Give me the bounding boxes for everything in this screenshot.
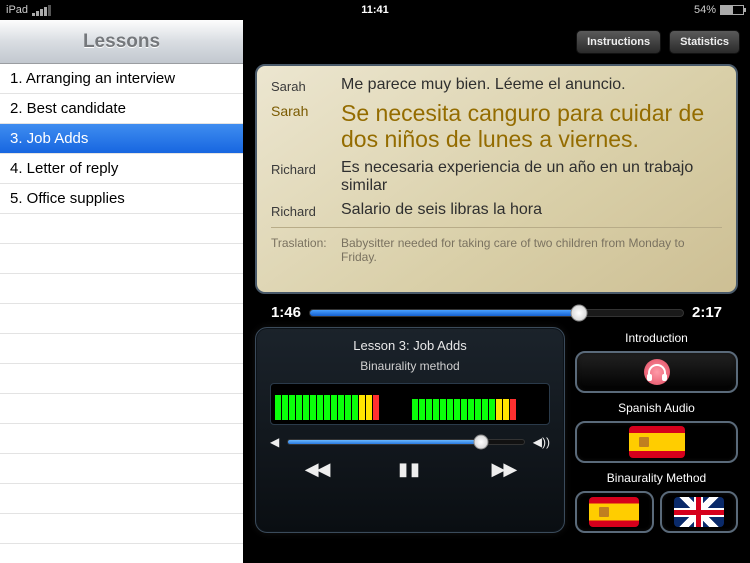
lessons-sidebar: Lessons 1. Arranging an interview 2. Bes…: [0, 20, 243, 563]
headphones-icon: [644, 359, 670, 385]
player-subtitle: Binaurality method: [270, 359, 550, 373]
top-toolbar: Instructions Statistics: [243, 20, 750, 64]
player-controls: ◀◀ ▮▮ ▶▶: [270, 459, 550, 480]
clock: 11:41: [361, 4, 389, 16]
progress-slider[interactable]: [309, 309, 684, 317]
translation-label: Traslation:: [271, 236, 341, 264]
carrier-indicator: iPad: [6, 4, 28, 16]
spanish-audio-button[interactable]: [575, 421, 738, 463]
pause-button[interactable]: ▮▮: [398, 459, 422, 480]
battery-text: 54%: [694, 4, 716, 16]
transcript-text: Salario de seis libras la hora: [341, 201, 722, 219]
transcript-text: Me parece muy bien. Léeme el anuncio.: [341, 76, 722, 94]
sidebar-item-label: 1. Arranging an interview: [10, 70, 175, 87]
translation-text: Babysitter needed for taking care of two…: [341, 236, 722, 264]
playback-progress: 1:46 2:17: [243, 294, 750, 327]
sidebar-item-label: 3. Job Adds: [10, 130, 88, 147]
sidebar-title: Lessons: [0, 20, 243, 64]
speaker-label: Sarah: [271, 76, 341, 94]
signal-bars-icon: [32, 5, 51, 16]
sidebar-item-lesson-5[interactable]: 5. Office supplies: [0, 184, 243, 214]
uk-flag-icon: [674, 497, 724, 527]
speaker-label: Richard: [271, 159, 341, 195]
spain-flag-icon: [629, 426, 685, 458]
volume-thumb[interactable]: [474, 435, 489, 450]
volume-min-icon: ◀: [270, 435, 279, 449]
forward-button[interactable]: ▶▶: [491, 459, 515, 480]
sidebar-item-label: 5. Office supplies: [10, 190, 125, 207]
speaker-label: Sarah: [271, 100, 341, 153]
sidebar-item-label: 4. Letter of reply: [10, 160, 118, 177]
transcript-line-current: Sarah Se necesita canguro para cuidar de…: [271, 100, 722, 153]
sidebar-item-label: 2. Best candidate: [10, 100, 126, 117]
introduction-label: Introduction: [575, 331, 738, 345]
audio-player-panel: Lesson 3: Job Adds Binaurality method ◀ …: [255, 327, 565, 533]
volume-row: ◀ ◀)): [270, 435, 550, 449]
transcript-panel: Sarah Me parece muy bien. Léeme el anunc…: [255, 64, 738, 294]
transcript-line: Sarah Me parece muy bien. Léeme el anunc…: [271, 76, 722, 94]
lesson-content: Instructions Statistics Sarah Me parece …: [243, 20, 750, 563]
speaker-label: Richard: [271, 201, 341, 219]
sidebar-item-lesson-1[interactable]: 1. Arranging an interview: [0, 64, 243, 94]
lessons-list: 1. Arranging an interview 2. Best candid…: [0, 64, 243, 563]
translation-row: Traslation: Babysitter needed for taking…: [271, 227, 722, 264]
instructions-button[interactable]: Instructions: [576, 30, 661, 54]
mode-buttons-column: Introduction Spanish Audio Binaurality M…: [575, 327, 738, 533]
statistics-button[interactable]: Statistics: [669, 30, 740, 54]
vu-meter: [270, 383, 550, 425]
battery-icon: [720, 5, 744, 15]
status-bar: iPad 11:41 54%: [0, 0, 750, 20]
introduction-button[interactable]: [575, 351, 738, 393]
transcript-line: Richard Salario de seis libras la hora: [271, 201, 722, 219]
progress-thumb[interactable]: [570, 304, 587, 321]
sidebar-item-lesson-2[interactable]: 2. Best candidate: [0, 94, 243, 124]
total-time: 2:17: [692, 304, 734, 321]
binaurality-label: Binaurality Method: [575, 471, 738, 485]
sidebar-item-lesson-4[interactable]: 4. Letter of reply: [0, 154, 243, 184]
player-title: Lesson 3: Job Adds: [270, 338, 550, 353]
sidebar-item-lesson-3[interactable]: 3. Job Adds: [0, 124, 243, 154]
volume-max-icon: ◀)): [533, 435, 550, 449]
spanish-audio-label: Spanish Audio: [575, 401, 738, 415]
binaurality-spanish-button[interactable]: [575, 491, 654, 533]
volume-slider[interactable]: [287, 439, 525, 445]
transcript-text: Es necesaria experiencia de un año en un…: [341, 159, 722, 195]
elapsed-time: 1:46: [259, 304, 301, 321]
spain-flag-icon: [589, 497, 639, 527]
rewind-button[interactable]: ◀◀: [305, 459, 329, 480]
transcript-line: Richard Es necesaria experiencia de un a…: [271, 159, 722, 195]
transcript-text: Se necesita canguro para cuidar de dos n…: [341, 100, 722, 153]
binaurality-english-button[interactable]: [660, 491, 739, 533]
